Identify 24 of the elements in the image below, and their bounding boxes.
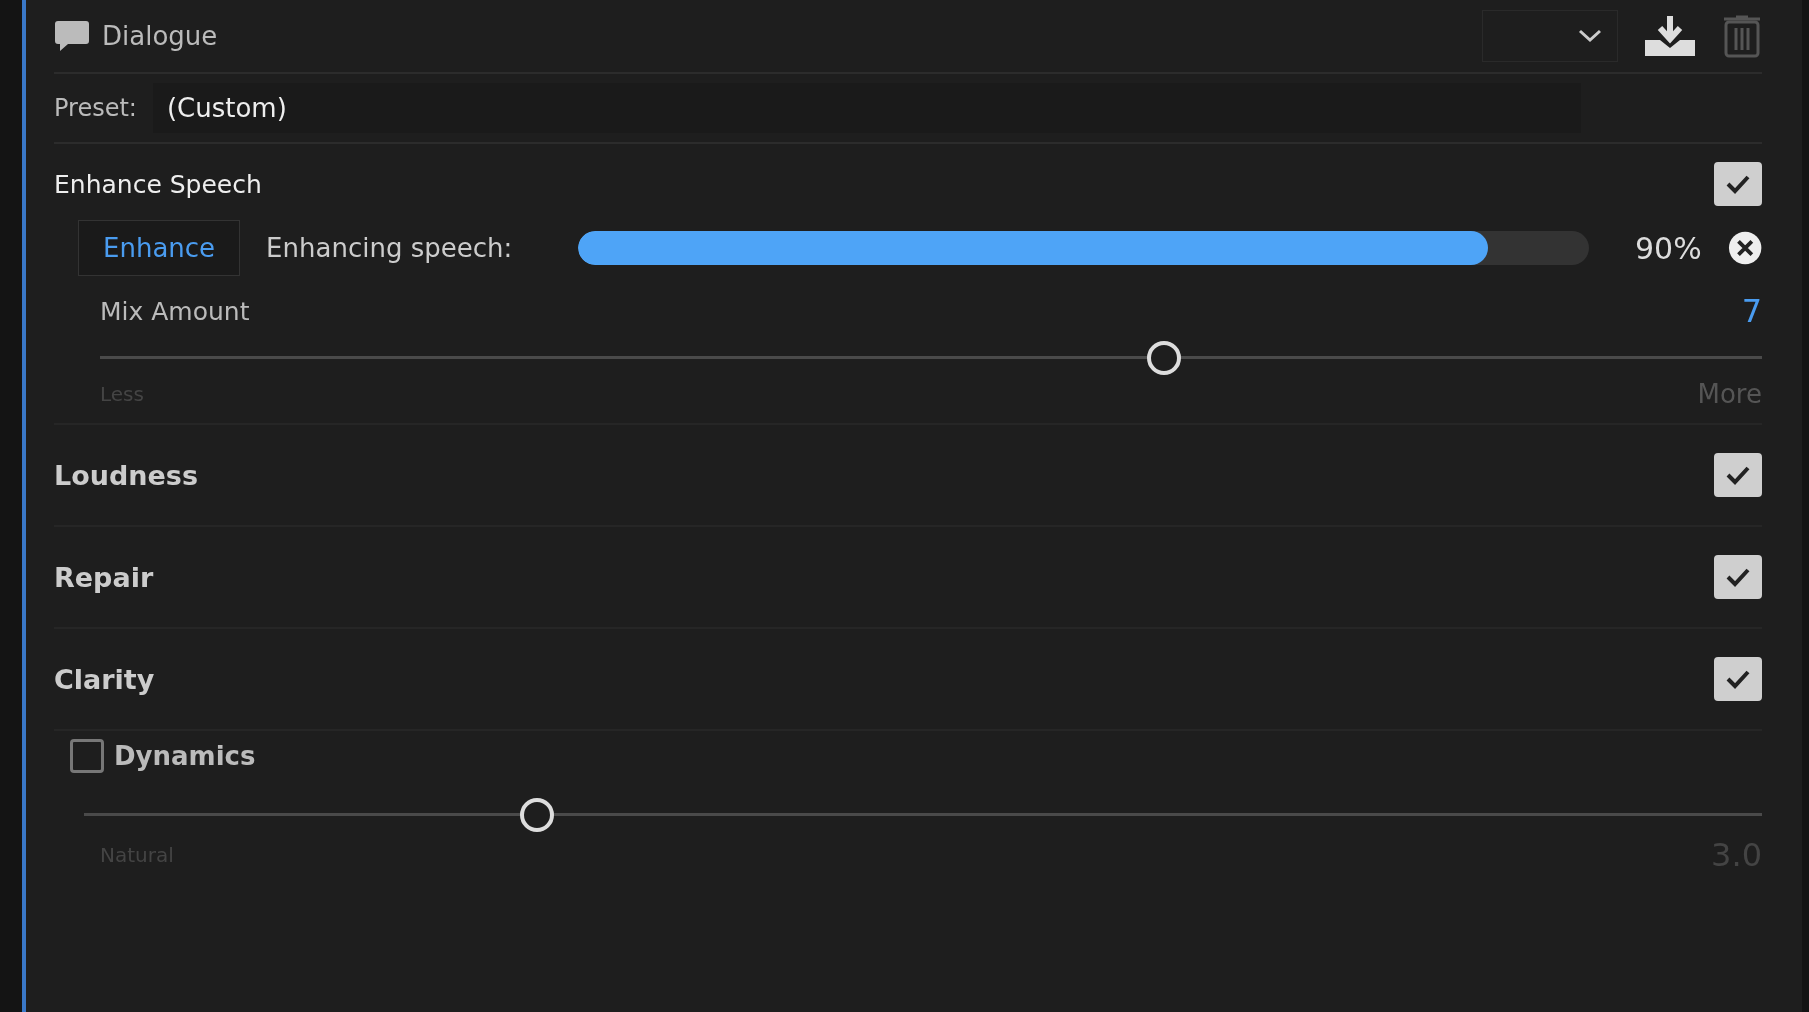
status-label: Enhancing speech: [266,233,513,263]
download-icon[interactable] [1642,14,1698,58]
preset-field[interactable]: (Custom) [152,83,1581,133]
section-title: Enhance Speech [54,169,262,199]
chevron-down-icon[interactable] [1577,28,1603,44]
speech-bubble-icon[interactable] [54,19,90,53]
section-title: Loudness [54,459,198,491]
panel-title: Dialogue [102,21,218,51]
preset-label: Preset: [54,94,137,122]
mix-amount-label: Mix Amount [100,296,250,326]
section-title: Clarity [54,663,155,695]
slider-thumb[interactable] [1146,341,1181,375]
section-title: Repair [54,561,154,593]
checkmark-icon [1725,567,1751,587]
checkmark-icon [1725,174,1751,194]
enhance-button[interactable]: Enhance [78,220,241,276]
cancel-icon[interactable] [1727,230,1762,266]
mix-amount-value: 7 [1741,292,1762,330]
progress-reading: 90% [1635,230,1702,266]
slider-thumb[interactable] [520,798,555,832]
checkmark-icon [1725,465,1751,485]
checkbox[interactable] [70,739,104,773]
checkbox-label: Dynamics [114,741,256,771]
checkmark-icon [1725,669,1751,689]
